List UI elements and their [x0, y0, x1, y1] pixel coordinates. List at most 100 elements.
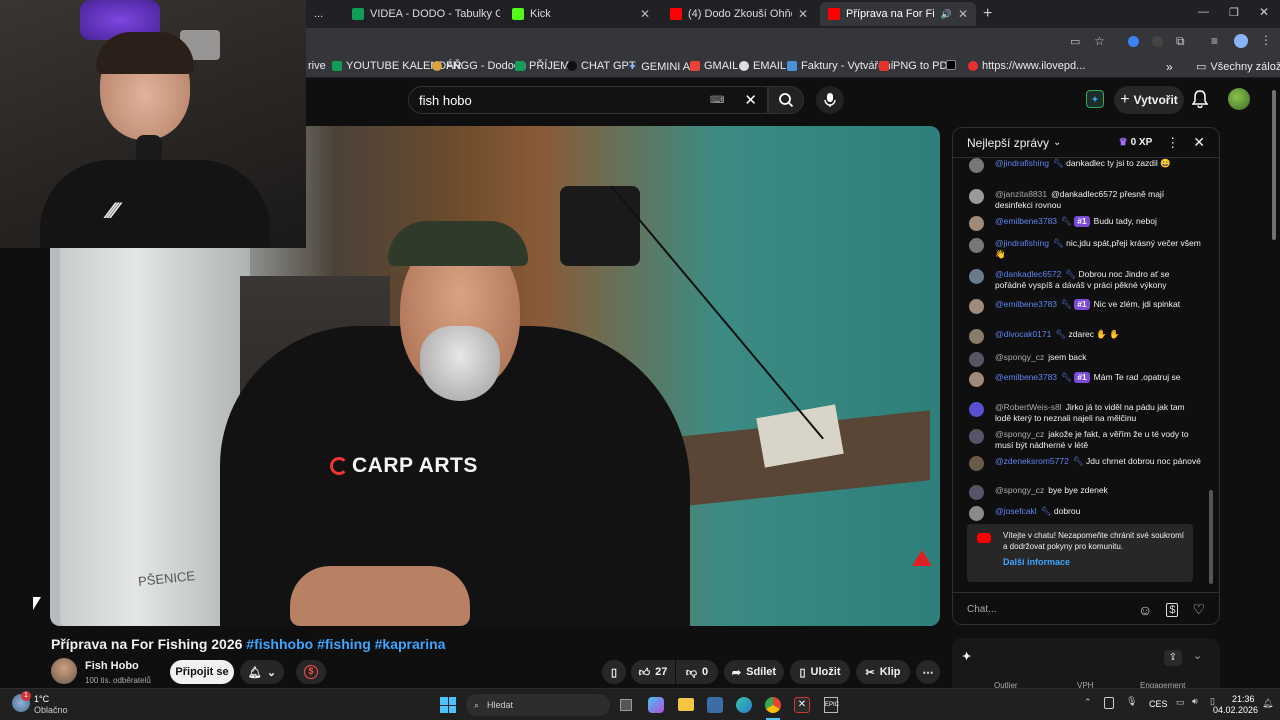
- chat-avatar[interactable]: [969, 372, 984, 387]
- voice-search-button[interactable]: [816, 86, 844, 114]
- clock-time[interactable]: 21:36: [1232, 694, 1255, 704]
- chevron-down-icon[interactable]: ⌄: [1053, 137, 1061, 148]
- bookmark-item[interactable]: FNGG - Dodoeu: [432, 60, 526, 72]
- clock-date[interactable]: 04.02.2026: [1213, 705, 1258, 715]
- task-view-icon[interactable]: [620, 699, 632, 711]
- save-to-playlist-icon-button[interactable]: ▯: [602, 660, 626, 684]
- scrollbar-thumb[interactable]: [1209, 490, 1213, 584]
- more-icon[interactable]: ⋮: [1166, 135, 1179, 151]
- windows-start-icon[interactable]: [440, 697, 456, 713]
- microphone-icon[interactable]: 🎙︎: [1126, 696, 1137, 707]
- chevron-down-icon[interactable]: ⌄: [1193, 649, 1202, 662]
- copilot-icon[interactable]: [648, 697, 664, 713]
- bookmark-item[interactable]: ✦ GEMINI AI: [628, 60, 693, 74]
- chat-avatar[interactable]: [969, 238, 984, 253]
- device-icon[interactable]: [1104, 697, 1114, 709]
- bookmark-item[interactable]: CHAT GPT: [567, 60, 636, 72]
- chat-username[interactable]: @jindrafishing: [995, 158, 1049, 168]
- emoji-icon[interactable]: ☺: [1138, 602, 1152, 618]
- tab-kick[interactable]: Kick ✕: [504, 4, 658, 24]
- tab-youtube-active[interactable]: Příprava na For Fishing 2026 🔊 ✕: [820, 2, 976, 26]
- close-window-icon[interactable]: ✕: [1259, 5, 1269, 19]
- chat-avatar[interactable]: [969, 158, 984, 173]
- volume-icon[interactable]: 🔊︎: [1192, 696, 1198, 707]
- app-icon[interactable]: [707, 697, 723, 713]
- super-chat-icon[interactable]: $: [1166, 602, 1179, 617]
- account-avatar[interactable]: [1228, 88, 1250, 110]
- thanks-button[interactable]: $: [296, 660, 326, 684]
- chat-username[interactable]: @divocak0171: [995, 329, 1051, 339]
- page-scrollbar-thumb[interactable]: [1272, 90, 1276, 240]
- clip-button[interactable]: ✂ Klip: [856, 660, 910, 684]
- close-icon[interactable]: ✕: [640, 7, 650, 21]
- extension-icon[interactable]: ✦: [1086, 90, 1104, 108]
- chat-username[interactable]: @spongy_cz: [995, 429, 1044, 439]
- heart-icon[interactable]: ♡: [1192, 601, 1205, 618]
- chrome-icon[interactable]: [765, 697, 781, 713]
- chat-avatar[interactable]: [969, 402, 984, 417]
- create-button[interactable]: + Vytvořit: [1114, 86, 1184, 114]
- edge-icon[interactable]: [736, 697, 752, 713]
- speaker-icon[interactable]: 🔊: [941, 9, 952, 20]
- chat-username[interactable]: @janzita8831: [995, 189, 1047, 199]
- hashtag-link[interactable]: #fishing: [317, 636, 371, 652]
- bookmark-item[interactable]: EMAIL: [739, 60, 786, 72]
- extension-icon[interactable]: [1128, 36, 1139, 47]
- bookmark-item[interactable]: rive: [308, 60, 326, 72]
- media-icon[interactable]: ≡: [1211, 34, 1218, 48]
- join-button[interactable]: Připojit se: [170, 660, 234, 684]
- bookmark-item[interactable]: GMAIL: [690, 60, 738, 72]
- taskbar-search[interactable]: ⌕ Hledat: [466, 694, 610, 716]
- tab-0[interactable]: ...: [306, 4, 336, 24]
- keyboard-icon[interactable]: ⌨: [710, 95, 724, 106]
- subscribe-notifications-button[interactable]: 🔔︎ ⌄: [240, 660, 284, 684]
- search-button[interactable]: [768, 86, 804, 114]
- hashtag-link[interactable]: #fishhobo: [246, 636, 313, 652]
- file-explorer-icon[interactable]: [678, 698, 694, 711]
- extension-icon[interactable]: [1152, 36, 1163, 47]
- chat-username[interactable]: @josefcakl: [995, 506, 1037, 516]
- close-icon[interactable]: ✕: [958, 7, 968, 21]
- chat-avatar[interactable]: [969, 299, 984, 314]
- chat-username[interactable]: @spongy_cz: [995, 485, 1044, 495]
- chat-username[interactable]: @RobertWeis-s8l: [995, 402, 1062, 412]
- chat-avatar[interactable]: [969, 456, 984, 471]
- export-icon[interactable]: ⇪: [1164, 650, 1182, 666]
- all-bookmarks[interactable]: ▭Všechny záložky: [1196, 60, 1280, 74]
- minimize-icon[interactable]: —: [1198, 6, 1209, 18]
- chat-avatar[interactable]: [969, 352, 984, 367]
- bookmark-item[interactable]: PŘÍJEM: [515, 60, 569, 72]
- save-button[interactable]: ▯ Uložit: [790, 660, 850, 684]
- chat-avatar[interactable]: [969, 269, 984, 284]
- profile-avatar[interactable]: [1234, 34, 1248, 48]
- new-tab-icon[interactable]: +: [983, 5, 992, 23]
- hashtag-link[interactable]: #kaprarina: [375, 636, 446, 652]
- chat-avatar[interactable]: [969, 189, 984, 204]
- chat-username[interactable]: @emilbene3783: [995, 216, 1057, 226]
- chat-input[interactable]: Chat...: [967, 604, 996, 615]
- chat-username[interactable]: @zdeneksrom5772: [995, 456, 1069, 466]
- language-indicator[interactable]: CES: [1149, 699, 1168, 709]
- more-icon[interactable]: ⋮: [1260, 33, 1272, 47]
- chat-username[interactable]: @jindrafishing: [995, 238, 1049, 248]
- puzzle-icon[interactable]: ⧉: [1176, 34, 1185, 49]
- tab-sheets[interactable]: VIDEA - DODO - Tabulky Goog ✕: [344, 4, 500, 24]
- chat-avatar[interactable]: [969, 329, 984, 344]
- cast-icon[interactable]: ▭: [1070, 35, 1080, 48]
- channel-name[interactable]: Fish Hobo: [85, 660, 139, 672]
- notifications-icon[interactable]: 🔔︎: [1262, 698, 1273, 709]
- chevron-up-icon[interactable]: ⌃: [1084, 697, 1092, 708]
- app-icon[interactable]: ✕: [794, 697, 810, 713]
- more-bookmarks-icon[interactable]: »: [1166, 60, 1173, 74]
- more-info-link[interactable]: Další informace: [1003, 557, 1185, 568]
- bookmark-item[interactable]: https://www.ilovepd...: [968, 60, 1085, 72]
- channel-avatar[interactable]: [51, 658, 77, 684]
- notifications-button[interactable]: [1191, 90, 1209, 113]
- chat-username[interactable]: @emilbene3783: [995, 372, 1057, 382]
- share-button[interactable]: ➦ Sdílet: [724, 660, 784, 684]
- bookmark-item[interactable]: Faktury - Vytváření: [787, 60, 894, 72]
- chat-avatar[interactable]: [969, 506, 984, 521]
- chat-mode-label[interactable]: Nejlepší zprávy: [967, 136, 1049, 150]
- more-actions-button[interactable]: ⋯: [916, 660, 940, 684]
- chat-avatar[interactable]: [969, 429, 984, 444]
